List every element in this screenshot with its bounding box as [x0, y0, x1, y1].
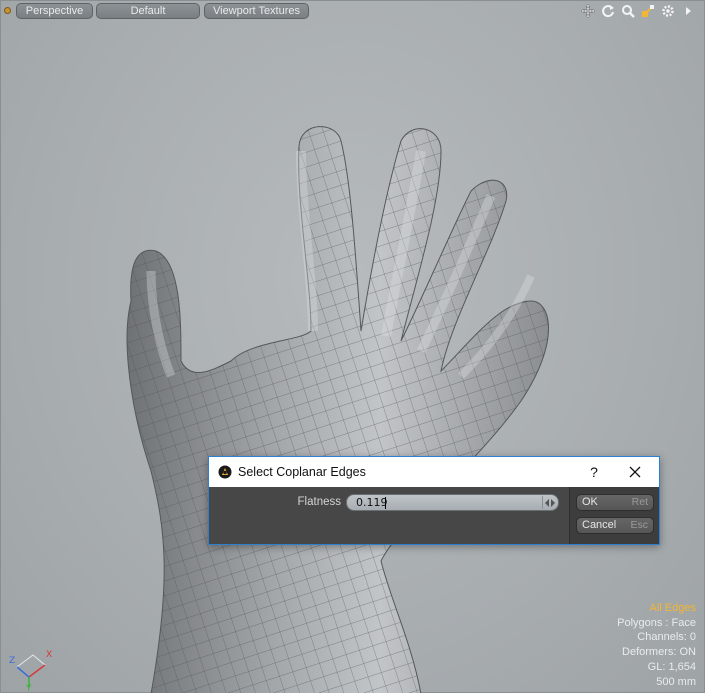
axis-gizmo-icon: X Y Z [9, 650, 52, 691]
viewport-settings-icon[interactable] [660, 3, 676, 19]
select-coplanar-edges-dialog: Select Coplanar Edges ? Flatness 0.119 O… [208, 456, 660, 545]
axis-z-label: Z [9, 656, 15, 666]
dialog-button-column: OK Ret Cancel Esc [569, 487, 659, 544]
selection-mode-label: All Edges [649, 602, 696, 614]
axis-x-label: X [46, 650, 52, 660]
deformers-stat: Deformers: ON [622, 646, 696, 659]
close-icon[interactable] [628, 465, 642, 479]
3d-viewport[interactable]: Perspective Default Viewport Textures Se… [0, 0, 705, 693]
dialog-title: Select Coplanar Edges [238, 465, 366, 479]
move-view-icon[interactable] [580, 3, 596, 19]
ok-label: OK [582, 496, 598, 508]
flatness-label: Flatness [297, 496, 341, 508]
dialog-title-bar[interactable]: Select Coplanar Edges ? [209, 457, 659, 487]
hand-mesh[interactable] [1, 1, 705, 693]
cancel-button[interactable]: Cancel Esc [576, 517, 654, 534]
flatness-value[interactable]: 0.119 [356, 496, 388, 509]
gl-stat: GL: 1,654 [647, 660, 696, 673]
text-caret [385, 497, 386, 509]
more-arrow-icon[interactable] [680, 3, 696, 19]
dialog-body: Flatness 0.119 [209, 487, 569, 544]
rotate-view-icon[interactable] [600, 3, 616, 19]
zoom-view-icon[interactable] [620, 3, 636, 19]
flatness-input[interactable]: 0.119 [346, 494, 559, 511]
texture-mode-dropdown[interactable]: Viewport Textures [204, 3, 309, 19]
cancel-label: Cancel [582, 519, 617, 531]
axis-y-label: Y [25, 684, 32, 691]
ok-button[interactable]: OK Ret [576, 494, 654, 511]
app-logo-icon [218, 465, 232, 479]
viewport-stats: All Edges Polygons : Face Channels: 0 De… [617, 601, 696, 689]
channels-stat: Channels: 0 [637, 631, 696, 644]
viewport-menu-dot[interactable] [4, 7, 11, 14]
view-mode-dropdown[interactable]: Perspective [16, 3, 93, 19]
ok-shortcut: Ret [631, 496, 648, 508]
shading-dropdown[interactable]: Default [96, 3, 200, 19]
scale-stat: 500 mm [656, 675, 696, 688]
value-drag-handle-icon[interactable] [542, 496, 556, 509]
viewport-toolbar: Perspective Default Viewport Textures [1, 1, 705, 21]
polygons-stat: Polygons : Face [617, 616, 696, 629]
cancel-shortcut: Esc [630, 519, 648, 531]
frame-view-icon[interactable] [640, 3, 656, 19]
help-button[interactable]: ? [586, 464, 602, 480]
